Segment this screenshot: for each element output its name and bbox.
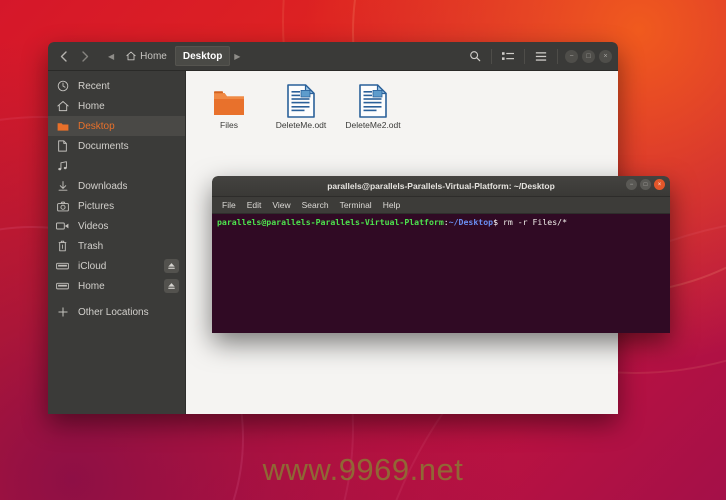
sidebar-item-label: Home [78, 100, 105, 112]
eject-button[interactable] [164, 259, 179, 273]
back-button[interactable] [53, 46, 73, 66]
menu-item-edit[interactable]: Edit [247, 200, 262, 210]
menu-item-view[interactable]: View [272, 200, 290, 210]
sidebar-item-label: Pictures [78, 200, 115, 212]
breadcrumb: ◀ Home Desktop ▶ [104, 46, 244, 66]
menu-item-help[interactable]: Help [383, 200, 400, 210]
clock-icon [56, 80, 69, 93]
close-button[interactable]: × [654, 179, 665, 190]
plus-icon [56, 306, 69, 319]
breadcrumb-label: Desktop [182, 50, 223, 62]
toolbar-divider [524, 48, 525, 64]
sidebar-item-label: Other Locations [78, 306, 149, 318]
toolbar-divider [557, 48, 558, 64]
home-icon [126, 51, 136, 61]
sidebar-item-icloud[interactable]: iCloud [48, 256, 185, 276]
breadcrumb-scroll-right-icon[interactable]: ▶ [230, 52, 244, 61]
menu-item-terminal[interactable]: Terminal [340, 200, 372, 210]
terminal-title-text: parallels@parallels-Parallels-Virtual-Pl… [327, 181, 555, 191]
sidebar-item-label: Trash [78, 240, 104, 252]
breadcrumb-scroll-left-icon[interactable]: ◀ [104, 52, 118, 61]
download-icon [56, 180, 69, 193]
odt-document-icon [283, 82, 319, 118]
search-icon[interactable] [463, 46, 487, 67]
breadcrumb-label: Home [140, 50, 167, 62]
file-item-document[interactable]: DeleteMe.odt [272, 82, 330, 131]
terminal-command: rm -r Files/* [498, 217, 568, 227]
hamburger-menu-icon[interactable] [529, 46, 553, 67]
sidebar-item-other-locations[interactable]: Other Locations [48, 302, 185, 322]
sidebar-item-videos[interactable]: Videos [48, 216, 185, 236]
terminal-titlebar[interactable]: parallels@parallels-Parallels-Virtual-Pl… [212, 176, 670, 197]
document-icon [56, 140, 69, 153]
view-list-icon[interactable] [496, 46, 520, 67]
terminal-menubar: File Edit View Search Terminal Help [212, 197, 670, 214]
home-icon [56, 100, 69, 113]
prompt-user-host: parallels@parallels-Parallels-Virtual-Pl… [217, 217, 444, 227]
file-name: DeleteMe.odt [275, 120, 327, 130]
sidebar-item-label: iCloud [78, 260, 107, 272]
breadcrumb-item-desktop[interactable]: Desktop [174, 46, 231, 66]
sidebar-item-label: Downloads [78, 180, 128, 192]
sidebar-item-downloads[interactable]: Downloads [48, 176, 185, 196]
file-item-document[interactable]: DeleteMe2.odt [344, 82, 402, 131]
maximize-button[interactable]: □ [640, 179, 651, 190]
minimize-button[interactable]: − [565, 49, 578, 63]
sidebar-item-label: Recent [78, 80, 110, 92]
maximize-button[interactable]: □ [582, 49, 595, 63]
sidebar: Recent Home Desktop Documents Downloads … [48, 71, 185, 414]
icon-grid: Files DeleteMe.odt DeleteMe2.odt [200, 82, 618, 131]
forward-button[interactable] [75, 46, 95, 66]
trash-icon [56, 240, 69, 253]
terminal-window: parallels@parallels-Parallels-Virtual-Pl… [212, 176, 670, 333]
sidebar-item-trash[interactable]: Trash [48, 236, 185, 256]
prompt-path: ~/Desktop [448, 217, 494, 227]
file-name: DeleteMe2.odt [345, 120, 401, 130]
folder-icon [211, 82, 247, 118]
toolbar-divider [491, 48, 492, 64]
sidebar-item-recent[interactable]: Recent [48, 76, 185, 96]
sidebar-item-music[interactable] [48, 156, 185, 176]
menu-item-search[interactable]: Search [302, 200, 329, 210]
sidebar-item-home[interactable]: Home [48, 96, 185, 116]
breadcrumb-item-home[interactable]: Home [118, 46, 175, 66]
close-button[interactable]: × [599, 49, 612, 63]
desktop-wallpaper: www.9969.net ◀ Home Desktop ▶ − □ × Rece… [0, 0, 726, 500]
minimize-button[interactable]: − [626, 179, 637, 190]
music-icon [56, 160, 69, 173]
sidebar-item-documents[interactable]: Documents [48, 136, 185, 156]
file-name: Files [220, 120, 238, 130]
eject-button[interactable] [164, 279, 179, 293]
watermark-text: www.9969.net [262, 452, 464, 487]
sidebar-item-label: Documents [78, 140, 129, 152]
sidebar-item-label: Desktop [78, 120, 115, 132]
sidebar-item-desktop[interactable]: Desktop [48, 116, 185, 136]
sidebar-item-label: Videos [78, 220, 109, 232]
file-manager-headerbar: ◀ Home Desktop ▶ − □ × [48, 42, 618, 71]
odt-document-icon [355, 82, 391, 118]
sidebar-item-label: Home [78, 280, 105, 292]
camera-icon [56, 200, 69, 213]
terminal-prompt-line: parallels@parallels-Parallels-Virtual-Pl… [217, 217, 665, 229]
drive-icon [56, 260, 69, 273]
video-icon [56, 220, 69, 233]
drive-icon [56, 280, 69, 293]
terminal-screen[interactable]: parallels@parallels-Parallels-Virtual-Pl… [212, 214, 670, 333]
folder-icon [56, 120, 69, 133]
sidebar-item-pictures[interactable]: Pictures [48, 196, 185, 216]
file-item-folder[interactable]: Files [200, 82, 258, 131]
sidebar-item-home-drive[interactable]: Home [48, 276, 185, 296]
menu-item-file[interactable]: File [222, 200, 236, 210]
